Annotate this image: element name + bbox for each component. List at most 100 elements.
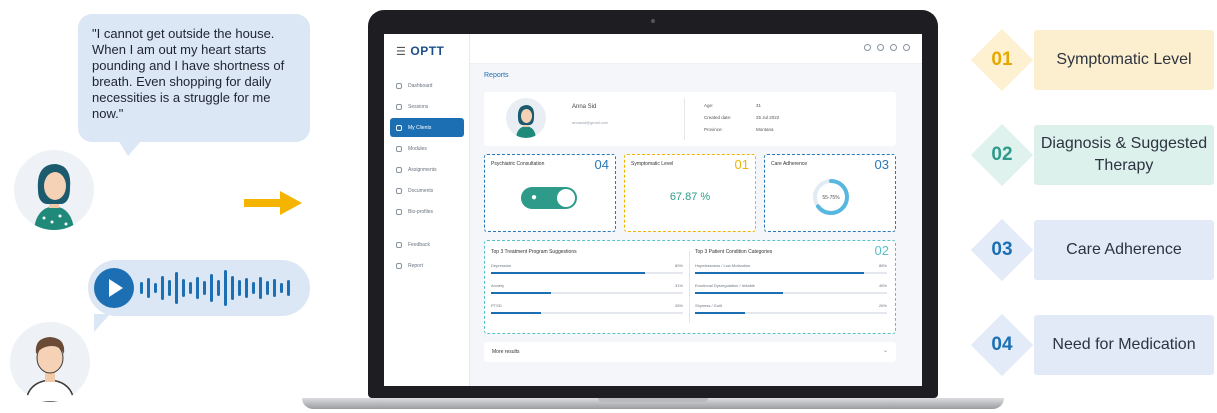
adherence-ring: 55-75% [813,179,849,215]
bar-percent: 80% [674,263,683,268]
legend-label: Care Adherence [1034,220,1214,280]
laptop-screen: ☰ OPTT Dashboard Sessions My Clients Modu… [384,34,922,386]
legend-item-medication: 04 Need for Medication [970,313,1216,377]
patient-age-row: Age: 31 [704,100,779,112]
bar-fill [695,272,864,274]
legend-item-symptomatic: 01 Symptomatic Level [970,28,1216,92]
column-divider [689,251,690,323]
legend-label: Need for Medication [1034,315,1214,375]
audio-waveform-icon [140,270,290,306]
legend-number: 01 [991,49,1013,70]
patient-email: annasid@gmail.com [572,120,609,125]
app-topbar [470,34,922,64]
app-sidebar: ☰ OPTT Dashboard Sessions My Clients Modu… [384,34,470,386]
clinician-avatar [10,322,90,402]
age-label: Age: [704,103,714,108]
more-results-row[interactable]: More results ⌄ [484,342,896,362]
legend-number: 03 [991,239,1013,260]
topbar-icons [864,44,910,51]
notifications-icon[interactable] [890,44,897,51]
treatment-program-column: Top 3 Treatment Program Suggestions Depr… [491,249,683,323]
sidebar-item-assignments[interactable]: Assignments [390,160,464,179]
menu-icon[interactable]: ☰ [396,45,406,58]
patient-info-card: Anna Sid annasid@gmail.com Age: 31 Create… [484,92,896,146]
sidebar-item-feedback[interactable]: Feedback [390,235,464,254]
sidebar-item-modules[interactable]: Modules [390,139,464,158]
bar-fill [695,312,745,314]
bar-row: Hopelessness / Low Motivation 88% [695,263,887,283]
sidebar-item-dashboard[interactable]: Dashboard [390,76,464,95]
treatment-suggestions-card: 02 Top 3 Treatment Program Suggestions D… [484,240,896,334]
created-label: Created date: [704,115,732,120]
voice-message-bubble [88,260,310,332]
patient-created-row: Created date: 25 Jul 2022 [704,112,779,124]
sidebar-item-report[interactable]: Report [390,256,464,275]
legend-number: 04 [991,334,1013,355]
bar-label: Emotional Dysregulation / Irritable [695,283,756,288]
sidebar-item-label: Documents [408,187,434,194]
patient-quote-bubble: "I cannot get outside the house. When I … [78,14,310,156]
legend-number: 02 [991,144,1013,165]
card-title: Symptomatic Level [631,161,674,167]
bar-row: PTSD 26% [491,303,683,323]
sidebar-item-label: Bio-profiles [408,208,434,215]
province-label: Province: [704,127,723,132]
sidebar-item-documents[interactable]: Documents [390,181,464,200]
card-number: 01 [734,157,749,172]
patient-fields: Age: 31 Created date: 25 Jul 2022 Province… [704,100,779,136]
bar-label: PTSD [491,303,502,308]
card-number: 04 [594,157,609,172]
legend-label: Symptomatic Level [1034,30,1214,90]
logo-text: OPTT [410,44,445,58]
card-divider [684,98,685,140]
bar-label: Hopelessness / Low Motivation [695,263,751,268]
chevron-down-icon[interactable]: ⌄ [883,347,888,354]
calendar-icon [396,103,402,110]
bar-fill [491,272,645,274]
patient-condition-column: Top 3 Patient Condition Categories Hopel… [695,249,887,323]
woman-avatar-icon [34,164,74,230]
bar-percent: 26% [674,303,683,308]
bar-percent: 26% [878,303,887,308]
user-profile-icon[interactable] [903,44,910,51]
sidebar-item-label: Report [408,262,424,269]
sidebar-item-label: Feedback [408,241,430,248]
sidebar-item-bio-profiles[interactable]: Bio-profiles [390,202,464,221]
patient-card-avatar [506,98,546,138]
patient-quote-text: "I cannot get outside the house. When I … [92,26,285,121]
bar-percent: 31% [674,283,683,288]
sidebar-item-label: My Clients [408,124,432,131]
psychiatric-consultation-card: Psychiatric Consultation 04 ● [484,154,616,232]
symptomatic-level-card: Symptomatic Level 01 67.87 % [624,154,756,232]
bar-label: Anxiety [491,283,505,288]
bar-row: Shyness / Guilt 26% [695,303,887,323]
modules-icon [396,145,402,152]
patient-province-row: Province: Montana [704,124,779,136]
play-button[interactable] [94,268,134,308]
bar-track [695,272,887,274]
sidebar-item-label: Modules [408,145,427,152]
clients-icon [396,124,402,131]
bar-track [695,312,887,314]
bar-row: Depression 80% [491,263,683,283]
sidebar-item-my-clients[interactable]: My Clients [390,118,464,137]
bar-row: Emotional Dysregulation / Irritable 46% [695,283,887,303]
bar-track [695,292,887,294]
bar-fill [491,292,551,294]
messages-icon[interactable] [877,44,884,51]
card-title: Care Adherence [771,161,808,167]
bar-fill [695,292,784,294]
feedback-icon [396,241,402,248]
sidebar-item-sessions[interactable]: Sessions [390,97,464,116]
legend-item-diagnosis: 02 Diagnosis & Suggested Therapy [970,123,1216,187]
settings-icon[interactable] [864,44,871,51]
app-main: Reports Anna Sid annasid@gmail.com Age: 3… [470,34,922,386]
bar-percent: 88% [878,263,887,268]
dashboard-icon [396,82,402,89]
bar-track [491,312,683,314]
created-value: 25 Jul 2022 [756,115,780,120]
toggle-knob [557,189,575,207]
medication-toggle[interactable]: ● [521,187,577,209]
column-title: Top 3 Treatment Program Suggestions [491,249,577,255]
